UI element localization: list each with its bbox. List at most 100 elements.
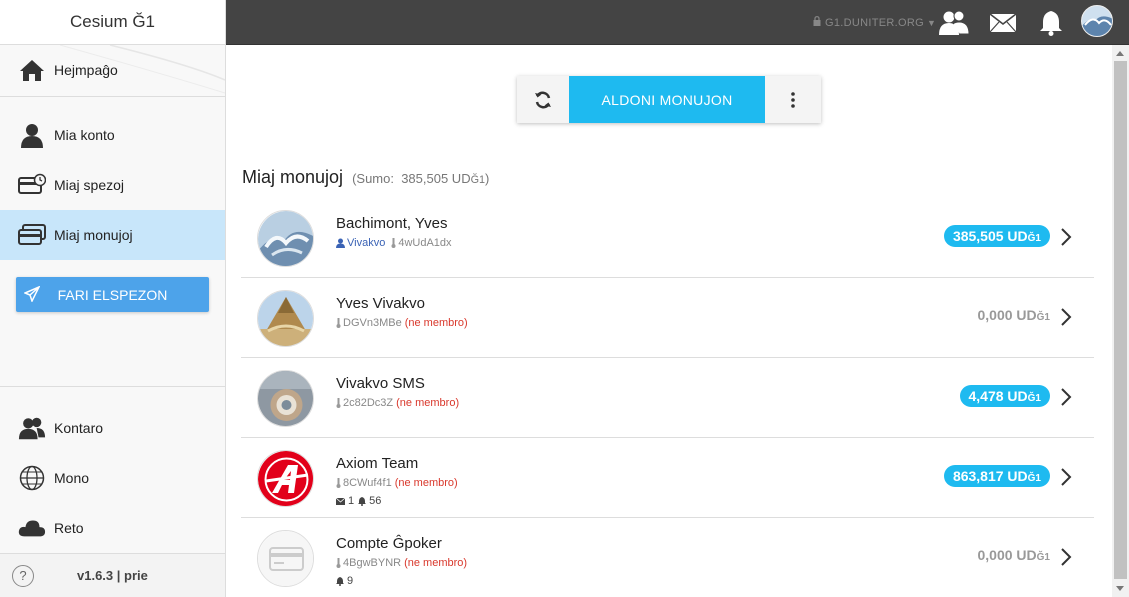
sidebar-item-label: Mono <box>54 470 90 486</box>
section-title: Miaj monujoj (Sumo: 385,505 UDĞ1) <box>242 167 489 188</box>
help-icon[interactable]: ? <box>12 564 34 587</box>
send-button-label: FARI ELSPEZON <box>57 286 168 303</box>
bell-icon <box>336 576 344 586</box>
sidebar-item-label: Miaj spezoj <box>54 177 125 193</box>
sidebar-item-label: Reto <box>54 520 84 536</box>
envelope-icon <box>336 497 345 505</box>
chevron-right-icon <box>1060 547 1072 572</box>
contacts-icon[interactable] <box>939 9 969 37</box>
wallet-name: Compte Ĝpoker <box>336 535 442 552</box>
wallet-balance: 4,478 UDĞ1 <box>959 385 1050 407</box>
wallet-pubkey: DGVn3MBe <box>343 317 402 329</box>
wallet-pubkey: 4BgwBYNR <box>343 557 402 569</box>
wallet-uid: Vivakvo <box>336 237 385 249</box>
wallet-pubkey: 2c82Dc3Z <box>343 397 394 409</box>
scrollbar[interactable] <box>1112 45 1129 597</box>
wallet-avatar <box>257 530 314 587</box>
scroll-down-icon[interactable] <box>1116 586 1124 591</box>
scrollbar-thumb[interactable] <box>1114 61 1127 579</box>
wallet-name: Axiom Team <box>336 455 419 472</box>
sidebar-item-contacts[interactable]: Kontaro <box>0 403 225 453</box>
globe-icon <box>18 464 46 492</box>
wallets-icon <box>18 221 46 249</box>
lock-icon <box>813 16 821 29</box>
home-icon <box>18 56 46 84</box>
wallet-balance: 0,000 UDĞ1 <box>977 307 1051 323</box>
wallet-name: Bachimont, Yves <box>336 215 448 232</box>
key-icon <box>391 238 396 248</box>
user-icon <box>336 238 345 248</box>
main-content: ALDONI MONUJON Miaj monujoj (Sumo: 385,5… <box>226 45 1112 597</box>
key-icon <box>336 398 341 408</box>
sidebar: Cesium Ğ1 Hejmpaĝo Mia konto Miaj spezoj… <box>0 0 226 597</box>
wallet-name: Vivakvo SMS <box>336 375 425 392</box>
non-member-label: (ne membro) <box>394 477 458 489</box>
non-member-label: (ne membro) <box>404 557 468 569</box>
wallet-avatar <box>257 210 314 267</box>
refresh-button[interactable] <box>517 76 569 123</box>
sidebar-item-wallets[interactable]: Miaj monujoj <box>0 210 225 260</box>
section-title-text: Miaj monujoj <box>242 167 344 187</box>
sidebar-item-network[interactable]: Reto <box>0 503 225 553</box>
wallet-row[interactable]: Vivakvo SMS 2c82Dc3Z (ne membro) 4,478 U… <box>241 358 1094 438</box>
envelope-icon[interactable] <box>989 9 1017 37</box>
key-icon <box>336 478 341 488</box>
wallet-row[interactable]: Compte Ĝpoker 4BgwBYNR (ne membro) 9 0,0… <box>241 518 1094 597</box>
cloud-icon <box>18 514 46 542</box>
wallet-identity: 4BgwBYNR (ne membro) <box>336 557 467 569</box>
bell-icon <box>358 496 367 506</box>
app-version: v1.6.3 | prie <box>77 568 148 583</box>
card-clock-icon <box>18 171 46 199</box>
section-sum: (Sumo: 385,505 UDĞ1) <box>352 171 490 186</box>
wallet-toolbar: ALDONI MONUJON <box>517 76 821 123</box>
add-wallet-button[interactable]: ALDONI MONUJON <box>569 76 765 123</box>
send-payment-button[interactable]: FARI ELSPEZON <box>16 277 209 312</box>
wallet-avatar <box>257 290 314 347</box>
bell-icon[interactable] <box>1039 9 1063 37</box>
chevron-right-icon <box>1060 307 1072 332</box>
wallet-avatar <box>257 450 314 507</box>
node-selector[interactable]: G1.DUNITER.ORG ▼ <box>813 16 936 29</box>
wallet-name: Yves Vivakvo <box>336 295 425 312</box>
sidebar-item-world[interactable]: Mono <box>0 453 225 503</box>
non-member-label: (ne membro) <box>396 397 460 409</box>
wallet-identity: Vivakvo 4wUdA1dx <box>336 237 452 249</box>
sidebar-item-account[interactable]: Mia konto <box>0 110 225 160</box>
sidebar-item-label: Mia konto <box>54 127 115 143</box>
card-icon <box>258 531 313 586</box>
sidebar-footer: ? v1.6.3 | prie <box>0 553 225 597</box>
sidebar-item-expenses[interactable]: Miaj spezoj <box>0 160 225 210</box>
avatar[interactable] <box>1081 5 1113 37</box>
key-icon <box>336 318 341 328</box>
non-member-label: (ne membro) <box>404 317 468 329</box>
sidebar-item-home[interactable]: Hejmpaĝo <box>0 45 225 95</box>
sidebar-item-label: Hejmpaĝo <box>54 62 118 78</box>
wallet-balance: 863,817 UDĞ1 <box>943 465 1050 487</box>
wallet-identity: 8CWuf4f1 (ne membro) <box>336 477 458 489</box>
wallet-balance: 0,000 UDĞ1 <box>977 547 1051 563</box>
sidebar-item-label: Kontaro <box>54 420 104 436</box>
wallet-row[interactable]: Bachimont, Yves Vivakvo 4wUdA1dx 385,505… <box>241 198 1094 278</box>
wallet-notifications: 9 <box>336 575 353 587</box>
contacts-icon <box>18 414 46 442</box>
more-options-button[interactable] <box>765 76 821 123</box>
chevron-right-icon <box>1060 467 1072 492</box>
wallet-notifications: 1 56 <box>336 495 381 507</box>
scroll-up-icon[interactable] <box>1116 51 1124 56</box>
wallet-balance: 385,505 UDĞ1 <box>943 225 1050 247</box>
node-label: G1.DUNITER.ORG <box>825 16 924 29</box>
wallet-avatar <box>257 370 314 427</box>
sidebar-item-label: Miaj monujoj <box>54 227 133 243</box>
wallet-row[interactable]: Axiom Team 8CWuf4f1 (ne membro) 1 56 863… <box>241 438 1094 518</box>
user-icon <box>18 121 46 149</box>
more-vertical-icon <box>791 91 795 108</box>
wallet-pubkey: 4wUdA1dx <box>398 237 452 249</box>
wallet-identity: DGVn3MBe (ne membro) <box>336 317 468 329</box>
wallet-identity: 2c82Dc3Z (ne membro) <box>336 397 459 409</box>
chevron-right-icon <box>1060 227 1072 252</box>
wallet-row[interactable]: Yves Vivakvo DGVn3MBe (ne membro) 0,000 … <box>241 278 1094 358</box>
top-bar: G1.DUNITER.ORG ▼ <box>226 0 1129 45</box>
refresh-icon <box>535 91 551 108</box>
app-title: Cesium Ğ1 <box>0 0 225 45</box>
key-icon <box>336 558 341 568</box>
